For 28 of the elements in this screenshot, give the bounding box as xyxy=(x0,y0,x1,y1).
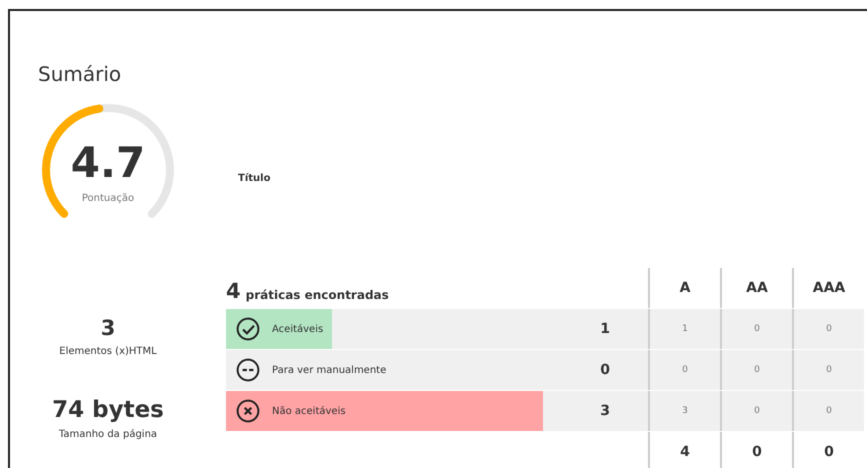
row-label: Não aceitáveis xyxy=(272,406,346,416)
field-label: Título xyxy=(238,172,270,184)
row-total: 1 xyxy=(600,321,610,337)
practice-heading: práticas encontradas xyxy=(246,288,389,302)
row-label: Aceitáveis xyxy=(272,324,324,334)
table-cell: 0 xyxy=(792,391,864,431)
practice-count: 4 xyxy=(226,281,241,302)
score-label: Pontuação xyxy=(80,193,136,204)
column-total: 4 xyxy=(648,432,720,468)
row-total: 0 xyxy=(600,362,610,378)
row-total: 3 xyxy=(600,403,610,419)
score-value: 4.7 xyxy=(70,138,146,187)
stat-label: Elementos (x)HTML xyxy=(59,346,157,357)
table-cell: 3 xyxy=(648,391,720,431)
table-cell: 0 xyxy=(792,309,864,349)
table-cell: 0 xyxy=(720,309,792,349)
table-cell: 0 xyxy=(792,350,864,390)
stat-value: 74 bytes xyxy=(52,397,164,423)
table-cell: 0 xyxy=(720,350,792,390)
column-total: 0 xyxy=(792,432,864,468)
column-total: 0 xyxy=(720,432,792,468)
stat-label: Tamanho da página xyxy=(58,429,158,440)
row-label: Para ver manualmente xyxy=(272,364,386,376)
table-cell: 0 xyxy=(648,350,720,390)
section-title: Sumário xyxy=(38,61,122,88)
table-cell: 1 xyxy=(648,309,720,349)
stat-value: 3 xyxy=(100,316,116,340)
table-cell: 0 xyxy=(720,391,792,431)
